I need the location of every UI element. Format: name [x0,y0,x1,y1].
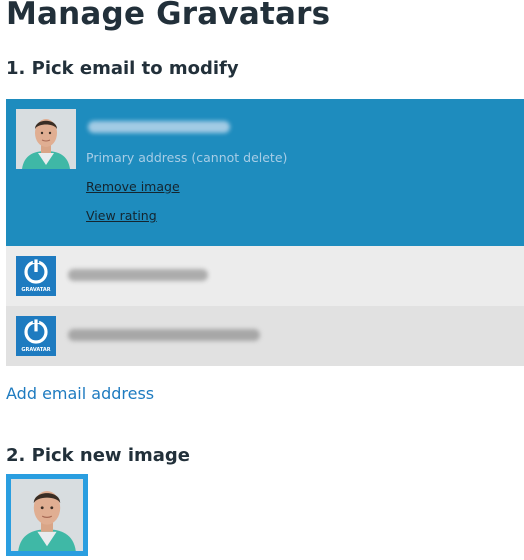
gravatar-logo-icon: GRAVATAR [16,256,56,296]
image-option-selected[interactable] [6,474,88,556]
view-rating-link[interactable]: View rating [86,208,157,223]
email-address-hidden [88,121,230,133]
step2-heading: 2. Pick new image [6,445,190,466]
email-row[interactable]: GRAVATAR [6,306,524,366]
page-title: Manage Gravatars [6,0,331,32]
gravatar-logo-text: GRAVATAR [21,287,50,293]
gravatar-logo-text: GRAVATAR [21,347,50,353]
email-list: Primary address (cannot delete) Remove i… [6,99,524,366]
email-address-hidden [68,329,260,341]
gravatar-logo-icon: GRAVATAR [16,316,56,356]
user-photo [11,479,83,551]
user-avatar [16,109,76,169]
remove-image-link[interactable]: Remove image [86,179,180,194]
email-row-primary[interactable]: Primary address (cannot delete) Remove i… [6,99,524,246]
email-row[interactable]: GRAVATAR [6,246,524,306]
primary-address-note: Primary address (cannot delete) [86,150,288,165]
step1-heading: 1. Pick email to modify [6,58,239,79]
email-address-hidden [68,269,208,281]
add-email-link[interactable]: Add email address [6,384,154,403]
manage-gravatars-page: Manage Gravatars 1. Pick email to modify… [0,0,524,560]
